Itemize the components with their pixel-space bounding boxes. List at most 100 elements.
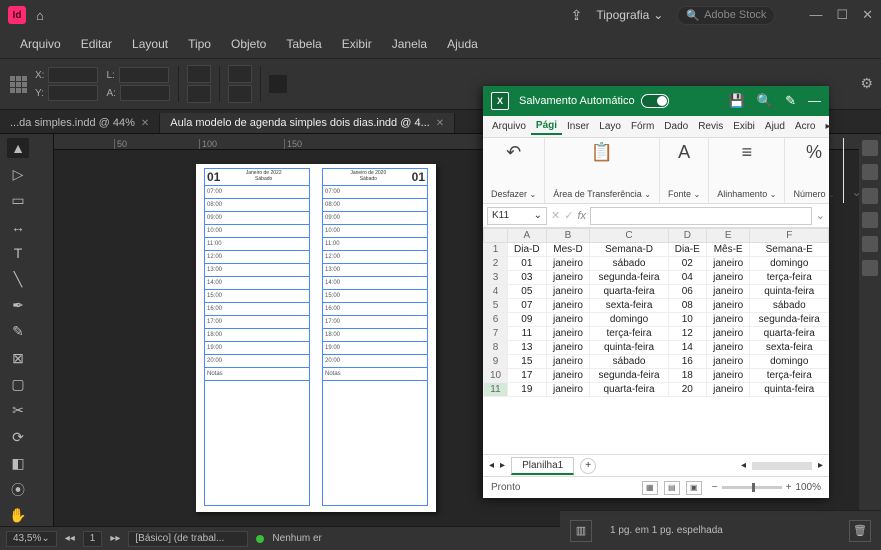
width-input[interactable] [119, 67, 169, 83]
row-header[interactable]: 11 [484, 383, 508, 397]
gear-icon[interactable]: ⚙ [860, 75, 873, 92]
home-icon[interactable]: ⌂ [36, 8, 44, 23]
pages-panel-icon[interactable]: ▥ [570, 520, 592, 542]
menu-tabela[interactable]: Tabela [278, 33, 329, 55]
fx-icon[interactable]: fx [577, 210, 586, 222]
scroll-right-icon[interactable]: ▸ [818, 460, 823, 471]
excel-menu-acro[interactable]: Acro [790, 119, 821, 134]
chevron-right-icon[interactable]: ▸ [820, 119, 835, 134]
menu-janela[interactable]: Janela [384, 33, 435, 55]
ribbon-group-área-de-transferência[interactable]: 📋Área de Transferência ⌄ [545, 138, 660, 203]
autosave-toggle[interactable]: Salvamento Automático [519, 94, 669, 108]
col-header[interactable]: F [750, 229, 829, 243]
cell[interactable]: sábado [590, 355, 668, 369]
normal-view-icon[interactable]: ▦ [642, 481, 658, 495]
save-icon[interactable]: 💾 [729, 93, 745, 109]
cell[interactable]: janeiro [706, 257, 750, 271]
flip-icon[interactable] [269, 75, 287, 93]
panel-icon[interactable] [862, 164, 878, 180]
document-tab[interactable]: Aula modelo de agenda simples dois dias.… [160, 113, 455, 133]
pagebreak-view-icon[interactable]: ▣ [686, 481, 702, 495]
cell[interactable]: domingo [750, 257, 829, 271]
cell[interactable]: segunda-feira [750, 313, 829, 327]
cell[interactable]: janeiro [546, 285, 590, 299]
cell[interactable]: 10 [668, 313, 706, 327]
panel-icon[interactable] [862, 260, 878, 276]
cell[interactable]: janeiro [546, 327, 590, 341]
selection-tool-icon[interactable]: ▲ [7, 138, 29, 158]
cell[interactable]: 03 [508, 271, 547, 285]
cell[interactable]: janeiro [546, 299, 590, 313]
cell[interactable]: janeiro [706, 299, 750, 313]
trash-icon[interactable]: 🗑 [849, 520, 871, 542]
cell[interactable]: Semana-E [750, 243, 829, 257]
cell[interactable]: sexta-feira [750, 341, 829, 355]
excel-menu-arquivo[interactable]: Arquivo [487, 119, 531, 134]
cell[interactable]: Mes-D [546, 243, 590, 257]
cell[interactable]: segunda-feira [590, 369, 668, 383]
cell[interactable]: janeiro [706, 355, 750, 369]
cell[interactable]: sexta-feira [590, 299, 668, 313]
scale-x-input[interactable] [187, 65, 211, 83]
close-icon[interactable]: ✕ [436, 118, 444, 129]
cell[interactable]: sábado [590, 257, 668, 271]
zoom-field[interactable]: 43,5% ⌄ [6, 531, 57, 547]
right-page[interactable]: 01 Janeiro de 2020Sábado 07:0008:0009:00… [322, 168, 428, 506]
hand-tool-icon[interactable]: ✋ [7, 506, 29, 526]
excel-menu-layo[interactable]: Layo [594, 119, 626, 134]
cancel-icon[interactable]: ✕ [551, 209, 560, 222]
next-spread-icon[interactable]: ▸▸ [110, 533, 120, 544]
page-field[interactable]: 1 [83, 531, 103, 547]
cell[interactable]: janeiro [546, 355, 590, 369]
menu-layout[interactable]: Layout [124, 33, 176, 55]
excel-menu-fórm[interactable]: Fórm [626, 119, 659, 134]
col-header[interactable]: E [706, 229, 750, 243]
cell[interactable]: janeiro [546, 383, 590, 397]
cell[interactable]: quinta-feira [590, 341, 668, 355]
cell[interactable]: janeiro [546, 313, 590, 327]
cell[interactable]: quinta-feira [750, 285, 829, 299]
excel-menu-inser[interactable]: Inser [562, 119, 594, 134]
cell[interactable]: quarta-feira [590, 285, 668, 299]
cell[interactable]: janeiro [546, 341, 590, 355]
cell[interactable]: janeiro [706, 369, 750, 383]
scissors-tool-icon[interactable]: ✂ [7, 401, 29, 421]
transform-tool-icon[interactable]: ⟳ [7, 427, 29, 447]
cell[interactable]: janeiro [706, 271, 750, 285]
cell[interactable]: 01 [508, 257, 547, 271]
cell[interactable]: janeiro [706, 313, 750, 327]
zoom-slider[interactable]: −+ 100% [712, 482, 821, 493]
gradient-tool-icon[interactable]: ◧ [7, 453, 29, 473]
prev-spread-icon[interactable]: ◂◂ [65, 533, 75, 544]
cell[interactable]: domingo [750, 355, 829, 369]
cell[interactable]: 16 [668, 355, 706, 369]
share-icon[interactable]: ⇪ [571, 7, 583, 24]
sheet-nav-icon[interactable]: ▸ [500, 460, 505, 471]
row-header[interactable]: 5 [484, 299, 508, 313]
close-icon[interactable]: ✕ [141, 118, 149, 129]
col-header[interactable]: B [546, 229, 590, 243]
cell[interactable]: janeiro [706, 341, 750, 355]
cell[interactable]: janeiro [546, 369, 590, 383]
formula-input[interactable] [590, 207, 812, 225]
cell[interactable]: 11 [508, 327, 547, 341]
cell[interactable]: sábado [750, 299, 829, 313]
cell[interactable]: domingo [590, 313, 668, 327]
cell[interactable]: 06 [668, 285, 706, 299]
sheet-nav-icon[interactable]: ◂ [489, 460, 494, 471]
cell[interactable]: terça-feira [750, 369, 829, 383]
menu-tipo[interactable]: Tipo [180, 33, 219, 55]
col-header[interactable]: D [668, 229, 706, 243]
workspace-dropdown[interactable]: Tipografia ⌄ [596, 8, 663, 22]
line-tool-icon[interactable]: ╲ [7, 269, 29, 289]
ribbon-group-fonte[interactable]: AFonte ⌄ [660, 138, 709, 203]
cell[interactable]: 09 [508, 313, 547, 327]
col-header[interactable]: A [508, 229, 547, 243]
close-button[interactable]: ✕ [862, 7, 873, 23]
check-icon[interactable]: ✓ [564, 209, 573, 222]
search-icon[interactable]: 🔍 [757, 93, 773, 109]
y-input[interactable] [48, 85, 98, 101]
cell[interactable]: 05 [508, 285, 547, 299]
corner-cell[interactable] [484, 229, 508, 243]
reference-point-icon[interactable] [10, 76, 27, 93]
